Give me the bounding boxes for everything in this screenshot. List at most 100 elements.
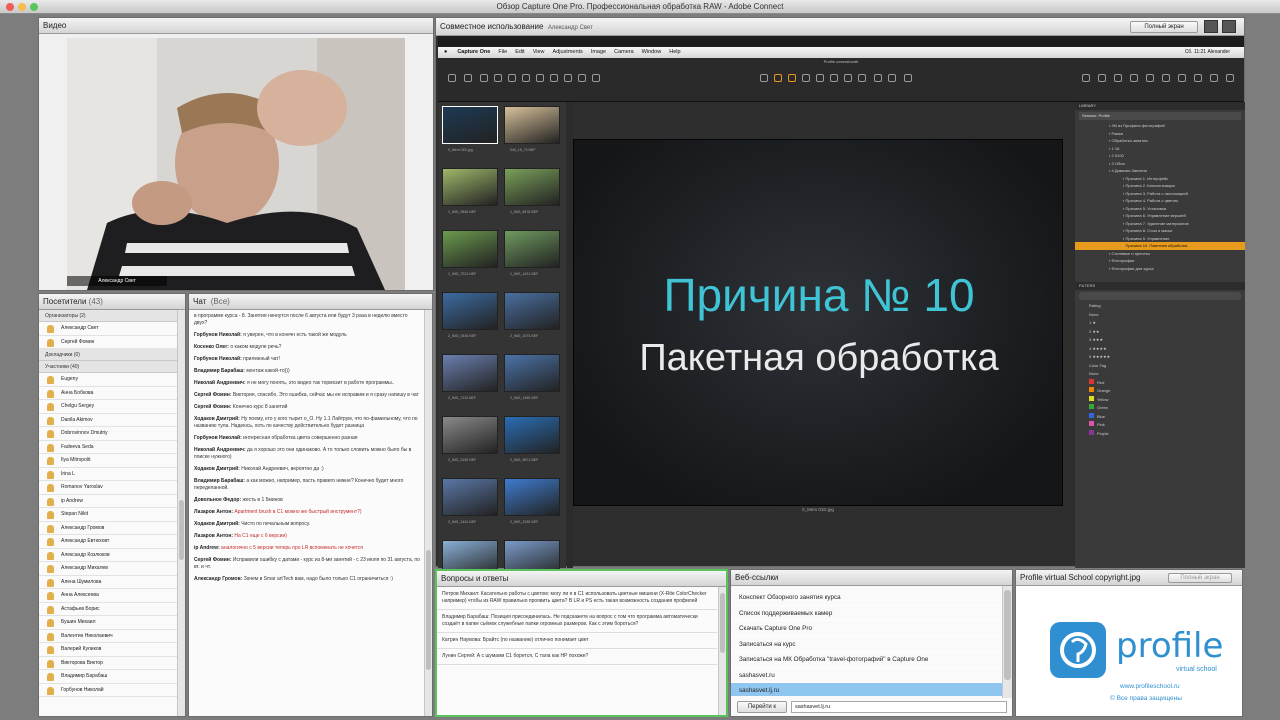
filters-search-input[interactable] <box>1079 292 1241 300</box>
toolbar-tool-icon[interactable] <box>564 74 572 82</box>
chat-message-list[interactable]: в программе курса - 8. Занятия начнутся … <box>189 310 424 716</box>
c1-menu-item[interactable]: File <box>498 49 507 55</box>
scroll-thumb[interactable] <box>720 593 725 653</box>
qa-question[interactable]: Петров Михаил: Касательно работы с цвето… <box>437 587 717 610</box>
attendee-row[interactable]: Irina L <box>39 468 177 481</box>
c1-menu-item[interactable]: Camera <box>614 49 634 55</box>
photo-thumbnail[interactable] <box>442 106 498 144</box>
toolbar-tool-icon[interactable] <box>522 74 530 82</box>
library-item[interactable]: ▪ 3 Обои <box>1109 160 1245 168</box>
qa-question[interactable]: Катрин Наумова: Брайтс (по названию) отл… <box>437 633 717 649</box>
filter-row[interactable]: Pink <box>1089 421 1245 430</box>
c1-menu-item[interactable]: Window <box>642 49 662 55</box>
attendee-row[interactable]: Александр Свет <box>39 322 177 336</box>
library-item[interactable]: ▪ Причина 10. Пакетная обработка <box>1075 242 1245 250</box>
filter-row[interactable]: Yellow <box>1089 395 1245 405</box>
photo-thumbnail[interactable] <box>504 354 560 392</box>
web-link[interactable]: Скачать Capture One Pro <box>731 621 1002 637</box>
attendee-row[interactable]: Александр Козлюков <box>39 549 177 562</box>
library-item[interactable]: ▪ Причина 9. Управление <box>1109 235 1245 243</box>
attendee-group-header[interactable]: Организаторы (2) <box>39 310 177 322</box>
toolbar-tool-icon[interactable] <box>464 74 472 82</box>
web-link[interactable]: Список поддерживаемых камер <box>731 606 1002 621</box>
web-link[interactable]: sashasvet.ru <box>731 668 1002 683</box>
qa-question[interactable]: Владимир Барабаш: Позиция присоединилась… <box>437 610 717 633</box>
filter-row[interactable]: 4 ★★★★ <box>1089 345 1245 354</box>
toolbar-tool-icon[interactable] <box>480 74 488 82</box>
scroll-thumb[interactable] <box>1004 590 1011 680</box>
scroll-thumb[interactable] <box>179 500 184 560</box>
scroll-thumb[interactable] <box>426 550 431 670</box>
web-link[interactable]: Конспект Обзорного занятия курса <box>731 590 1002 606</box>
toolbar-tool-icon[interactable] <box>904 74 912 82</box>
share-options-icon[interactable] <box>1204 20 1218 33</box>
filter-row[interactable]: Orange <box>1089 387 1245 396</box>
attendee-list[interactable]: Организаторы (2) Александр Свет Сергей Фом… <box>39 310 177 716</box>
go-to-link-button[interactable]: Перейти к <box>737 701 787 713</box>
filter-row[interactable]: 3 ★★★ <box>1089 336 1245 345</box>
library-session-selector[interactable]: Session: Profile <box>1079 112 1241 120</box>
toolbar-tool-icon[interactable] <box>858 74 866 82</box>
library-item[interactable]: ▪ Причина 4. Работа с цветом <box>1109 197 1245 205</box>
c1-browser[interactable]: 0_Mem 01D.jpg 040_15_72.NEF 1_IMG_9540.NEF… <box>438 102 566 586</box>
toolbar-tool-icon[interactable] <box>1226 74 1234 82</box>
attendee-row[interactable]: Eugeny <box>39 373 177 387</box>
library-item[interactable]: ▪ Стилевые и пресеты <box>1109 250 1245 258</box>
photo-thumbnail[interactable] <box>504 478 560 516</box>
library-item[interactable]: ▪ JM из Профиля фотографий <box>1109 122 1245 130</box>
web-link[interactable]: Записаться на курс <box>731 637 1002 652</box>
c1-menu-item[interactable]: Help <box>669 49 680 55</box>
c1-menu-item[interactable]: Adjustments <box>553 49 583 55</box>
window-controls[interactable] <box>6 3 38 11</box>
photo-thumbnail[interactable] <box>442 230 498 268</box>
attendee-row[interactable]: Астафьев Борис <box>39 603 177 616</box>
toolbar-tool-icon[interactable] <box>1130 74 1138 82</box>
attendee-row[interactable]: Алена Шумилова <box>39 576 177 589</box>
photo-thumbnail[interactable] <box>504 230 560 268</box>
toolbar-tool-icon[interactable] <box>802 74 810 82</box>
attendee-row[interactable]: Александр Громов <box>39 522 177 535</box>
library-item[interactable]: ▪ Фотографии <box>1109 257 1245 265</box>
qa-question[interactable]: Лунин Сергей: А с шумами C1 борется, С т… <box>437 649 717 665</box>
toolbar-tool-icon[interactable] <box>844 74 852 82</box>
toolbar-tool-icon[interactable] <box>1210 74 1218 82</box>
toolbar-tool-icon[interactable] <box>1114 74 1122 82</box>
library-item[interactable]: ▪ Причина 7. Удаление материалов <box>1109 220 1245 228</box>
attendee-row[interactable]: Викторова Виктор <box>39 657 177 670</box>
attendee-row[interactable]: Горбунов Николай <box>39 684 177 697</box>
filter-row[interactable]: Red <box>1089 378 1245 388</box>
library-item[interactable]: ▪ 2 5100 <box>1109 152 1245 160</box>
web-link[interactable]: Записаться на МК Обработка "travel-фотог… <box>731 652 1002 668</box>
attendee-row[interactable]: Сергей Фомин <box>39 336 177 349</box>
toolbar-tool-icon[interactable] <box>774 74 782 82</box>
qa-scrollbar[interactable] <box>718 587 726 715</box>
toolbar-tool-icon[interactable] <box>1098 74 1106 82</box>
library-item[interactable]: ▪ Рамки <box>1109 130 1245 138</box>
library-item[interactable]: ▪ Причина 1. Интерфейс <box>1109 175 1245 183</box>
filter-row[interactable]: 2 ★★ <box>1089 328 1245 337</box>
toolbar-tool-icon[interactable] <box>494 74 502 82</box>
attendee-row[interactable]: Анна Алексеева <box>39 589 177 603</box>
toolbar-tool-icon[interactable] <box>1178 74 1186 82</box>
toolbar-tool-icon[interactable] <box>592 74 600 82</box>
toolbar-tool-icon[interactable] <box>760 74 768 82</box>
web-link[interactable]: sashasvet.lj.ru <box>731 683 1002 696</box>
attendee-row[interactable]: Анна Бобкова <box>39 387 177 400</box>
filter-row[interactable]: Purple <box>1089 429 1245 439</box>
toolbar-tool-icon[interactable] <box>888 74 896 82</box>
toolbar-tool-icon[interactable] <box>816 74 824 82</box>
library-item[interactable]: ▪ Фотографии для курса <box>1109 265 1245 273</box>
c1-viewer[interactable]: Причина № 10 Пакетная обработка <box>573 139 1063 506</box>
library-item[interactable]: ▪ 4 Дивизия Занятия <box>1109 167 1245 175</box>
photo-thumbnail[interactable] <box>504 168 560 206</box>
photo-thumbnail[interactable] <box>442 478 498 516</box>
photo-thumbnail[interactable] <box>442 354 498 392</box>
library-item[interactable]: ▪ Причина 2. Каталогизация <box>1109 182 1245 190</box>
attendee-row[interactable]: Бушин Михаил <box>39 616 177 630</box>
toolbar-tool-icon[interactable] <box>536 74 544 82</box>
filter-row[interactable]: Green <box>1089 404 1245 413</box>
library-item[interactable]: ▪ Причина 3. Работа с экспозицией <box>1109 190 1245 198</box>
filter-row[interactable]: Blue <box>1089 412 1245 422</box>
attendee-row[interactable]: Александр Евтюховт <box>39 535 177 549</box>
attendee-row[interactable]: Валерий Куликов <box>39 643 177 657</box>
